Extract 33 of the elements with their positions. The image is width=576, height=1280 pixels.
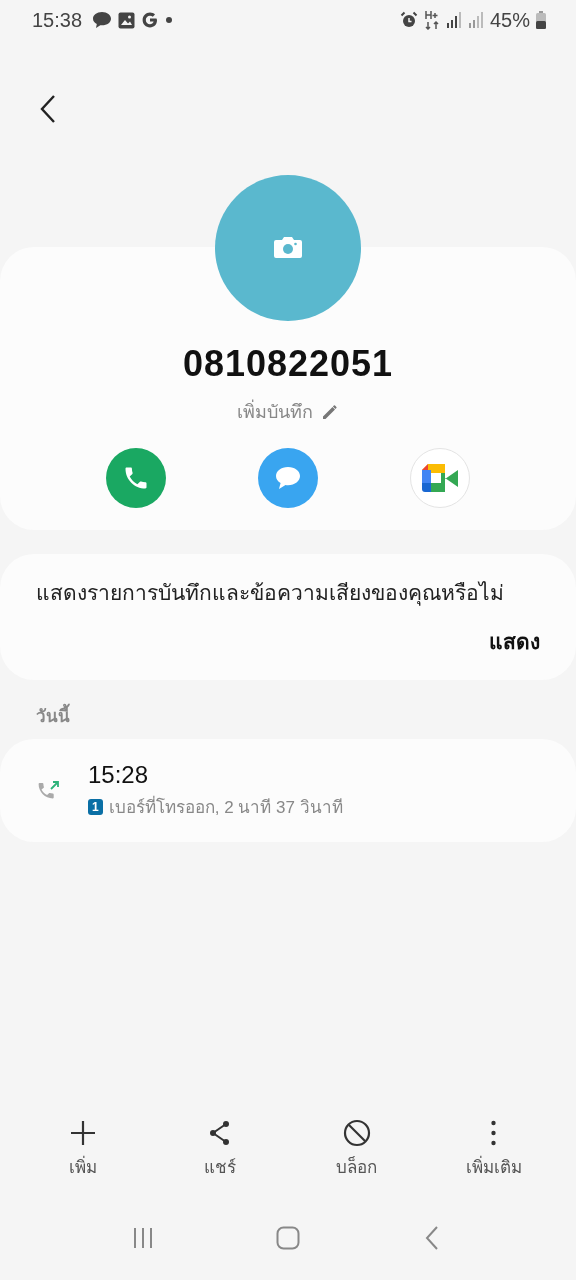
speech-bubble-icon	[273, 464, 303, 492]
camera-icon	[273, 236, 303, 260]
toolbar-button[interactable]: แชร์	[164, 1119, 275, 1180]
home-icon	[276, 1226, 300, 1250]
toolbar-button[interactable]: เพิ่ม	[27, 1119, 138, 1180]
mobile-data-icon	[423, 10, 440, 30]
plus-icon	[68, 1119, 97, 1147]
more-options-icon	[491, 1119, 496, 1147]
status-time: 15:38	[32, 8, 83, 32]
call-button[interactable]	[106, 448, 166, 508]
signal-bars-icon	[445, 11, 462, 29]
video-camera-icon	[421, 462, 459, 494]
sim-badge: 1	[88, 798, 103, 815]
show-button[interactable]: แสดง	[489, 625, 540, 658]
chat-bubble-icon	[92, 11, 113, 29]
section-label: วันนี้	[36, 702, 576, 729]
prompt-text: แสดงรายการบันทึกและข้อความเสียงของคุณหรือไม่	[36, 580, 505, 608]
alarm-clock-icon	[399, 11, 418, 29]
g-letter-icon	[141, 11, 160, 29]
phone-number: 0810822051	[182, 343, 394, 385]
message-button[interactable]	[258, 448, 318, 508]
toolbar-button[interactable]: เพิ่มเติม	[438, 1119, 549, 1180]
call-detail: เบอร์ที่โทรออก, 2 นาที 37 วินาที	[108, 793, 343, 820]
battery-icon	[536, 11, 546, 29]
pencil-icon	[321, 402, 339, 421]
signal-bars-icon	[467, 11, 484, 29]
battery-percent: 45%	[489, 8, 530, 32]
notification-dot-icon	[165, 16, 174, 24]
block-icon	[342, 1119, 371, 1147]
toolbar-button[interactable]: บล็อก	[301, 1119, 412, 1180]
call-time: 15:28	[88, 761, 150, 789]
image-icon	[118, 11, 136, 29]
add-note-button[interactable]: เพิ่มบันทึก	[237, 397, 339, 426]
